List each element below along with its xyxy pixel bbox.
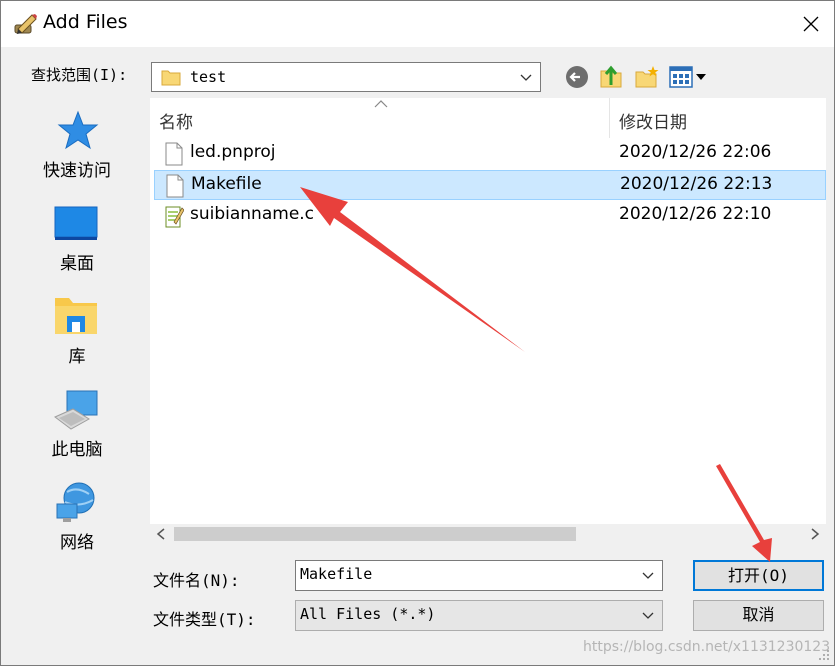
- annotation-arrows: [300, 187, 772, 562]
- annotation-arrow-to-makefile: [300, 187, 525, 352]
- annotation-arrow-to-open: [716, 464, 772, 562]
